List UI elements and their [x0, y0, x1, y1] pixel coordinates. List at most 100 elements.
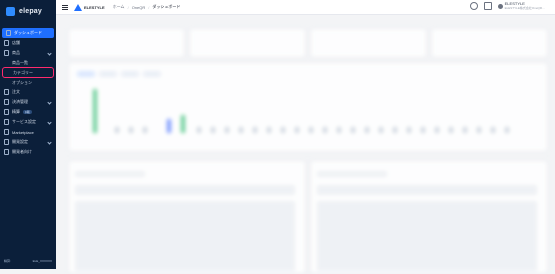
blur-bar: [337, 127, 341, 133]
blur-bar: [407, 127, 411, 133]
marketplace-icon: [4, 130, 9, 135]
blur-bar: [463, 127, 467, 133]
blur-bar: [211, 127, 215, 133]
avatar: [497, 3, 503, 9]
blur-bar: [167, 119, 171, 133]
blur-bar: [435, 127, 439, 133]
app-name: elepay: [19, 7, 42, 15]
breadcrumb-current: ダッシュボード: [152, 4, 181, 9]
blur-bar: [225, 127, 229, 133]
products-icon: [4, 51, 9, 56]
chart-tab: [99, 71, 117, 77]
blur-bar: [253, 127, 257, 133]
sidebar-item-dashboard[interactable]: ダッシュボード: [2, 28, 54, 38]
blur-bar: [477, 127, 481, 133]
dashboard-icon: [6, 31, 11, 36]
sidebar-item-label: Marketplace: [12, 129, 34, 135]
store-icon: [4, 41, 9, 46]
sidebar-item-orders[interactable]: 注文: [0, 87, 56, 97]
breadcrumb-separator: /: [148, 4, 150, 10]
blur-bar: [129, 127, 133, 133]
sidebar-item-products[interactable]: 商品: [0, 48, 56, 58]
blur-bar: [197, 127, 201, 133]
sidebar-item-label: 精算: [12, 109, 20, 114]
breadcrumb-oneqr[interactable]: OneQR: [132, 5, 146, 10]
blur-bar: [449, 127, 453, 133]
sidebar-item-marketplace[interactable]: Marketplace: [0, 127, 56, 137]
payments-icon: [4, 100, 9, 105]
panel-body: [75, 201, 295, 271]
panel-left: [68, 160, 306, 274]
chart-tab: [77, 71, 95, 77]
breadcrumb-separator: /: [127, 4, 129, 10]
panel-header-bar: [317, 171, 387, 177]
blur-bar: [267, 127, 271, 133]
download-icon[interactable]: [483, 2, 492, 10]
panel-right: [310, 160, 548, 274]
sidebar-item-label: 開発設定: [12, 139, 28, 144]
blur-bar: [93, 89, 97, 133]
kpi-card: [189, 28, 306, 58]
breadcrumb-home[interactable]: ホーム: [113, 4, 125, 10]
kpi-card: [431, 28, 548, 58]
blur-bar: [181, 115, 185, 133]
settlement-icon: [4, 110, 9, 115]
sidebar-item-label: 決済管理: [12, 99, 28, 104]
blur-bar: [281, 127, 285, 133]
chevron-down-icon: [48, 100, 52, 104]
blur-bar: [309, 127, 313, 133]
chevron-down-icon: [48, 120, 52, 124]
help-icon[interactable]: [469, 2, 478, 10]
panel-header-bar: [75, 171, 145, 177]
sidebar-item-label: 商品: [12, 50, 20, 55]
blur-bar: [491, 127, 495, 133]
blur-bar: [295, 127, 299, 133]
sidebar-subitem-label: カテゴリー: [13, 69, 33, 75]
sidebar-footer-row: 精算: ELE_XXXXXX: [4, 258, 52, 263]
sidebar-subitem-label: オプション: [12, 79, 32, 85]
sidebar-item-label: 注文: [12, 89, 20, 94]
kpi-card: [68, 28, 185, 58]
blur-bar: [115, 127, 119, 133]
blur-bar: [379, 127, 383, 133]
chevron-down-icon: [48, 140, 52, 144]
sidebar-item-developers[interactable]: 開発者向け: [0, 147, 56, 157]
blur-bar: [239, 127, 243, 133]
sidebar-item-label: サービス設定: [12, 119, 36, 124]
panel-body: [317, 201, 537, 271]
sidebar-item-label: 店舗: [12, 40, 20, 45]
sidebar-item-store[interactable]: 店舗: [0, 38, 56, 48]
menu-icon[interactable]: [62, 4, 68, 10]
sidebar-subitem-options[interactable]: オプション: [0, 78, 56, 87]
sidebar-item-label: ダッシュボード: [14, 30, 42, 35]
chart-tab: [121, 71, 139, 77]
blur-bar: [351, 127, 355, 133]
sidebar-item-service-settings[interactable]: サービス設定: [0, 117, 56, 127]
footer-label: 精算:: [4, 258, 11, 263]
sidebar-footer: 精算: ELE_XXXXXX: [0, 258, 56, 263]
elepay-logo-icon: [6, 6, 15, 16]
orders-icon: [4, 90, 9, 95]
blur-bar: [393, 127, 397, 133]
blur-bar: [143, 127, 147, 133]
breadcrumb: ホーム / OneQR / ダッシュボード: [113, 4, 181, 10]
sidebar-subitem-categories[interactable]: カテゴリー: [2, 67, 54, 78]
sidebar-nav: ダッシュボード 店舗 商品 商品一覧 カテゴリー オプション 注文 決済管理 精…: [0, 28, 56, 157]
user-subtitle: ELESTYLE株式会社OneQR…: [504, 6, 545, 10]
chevron-down-icon: [48, 51, 52, 55]
chart-card: [68, 62, 548, 152]
blur-bar: [505, 127, 509, 133]
sidebar-item-payments[interactable]: 決済管理: [0, 97, 56, 107]
user-menu[interactable]: ELESTYLE ELESTYLE株式会社OneQR…: [497, 2, 545, 11]
brand-name: ELESTYLE: [84, 4, 105, 10]
code-icon: [4, 140, 9, 145]
sidebar-subitem-label: 商品一覧: [12, 59, 28, 65]
sidebar-item-settlement[interactable]: 精算 β版: [0, 107, 56, 117]
user-meta: ELESTYLE ELESTYLE株式会社OneQR…: [504, 2, 545, 11]
dashboard-content: [56, 14, 555, 274]
sidebar-item-dev-settings[interactable]: 開発設定: [0, 137, 56, 147]
chart-tab: [143, 71, 161, 77]
sidebar-subitem-product-list[interactable]: 商品一覧: [0, 58, 56, 67]
sidebar: elepay ダッシュボード 店舗 商品 商品一覧 カテゴリー オプション 注文: [0, 0, 56, 269]
brand-logo-icon: [74, 3, 82, 11]
